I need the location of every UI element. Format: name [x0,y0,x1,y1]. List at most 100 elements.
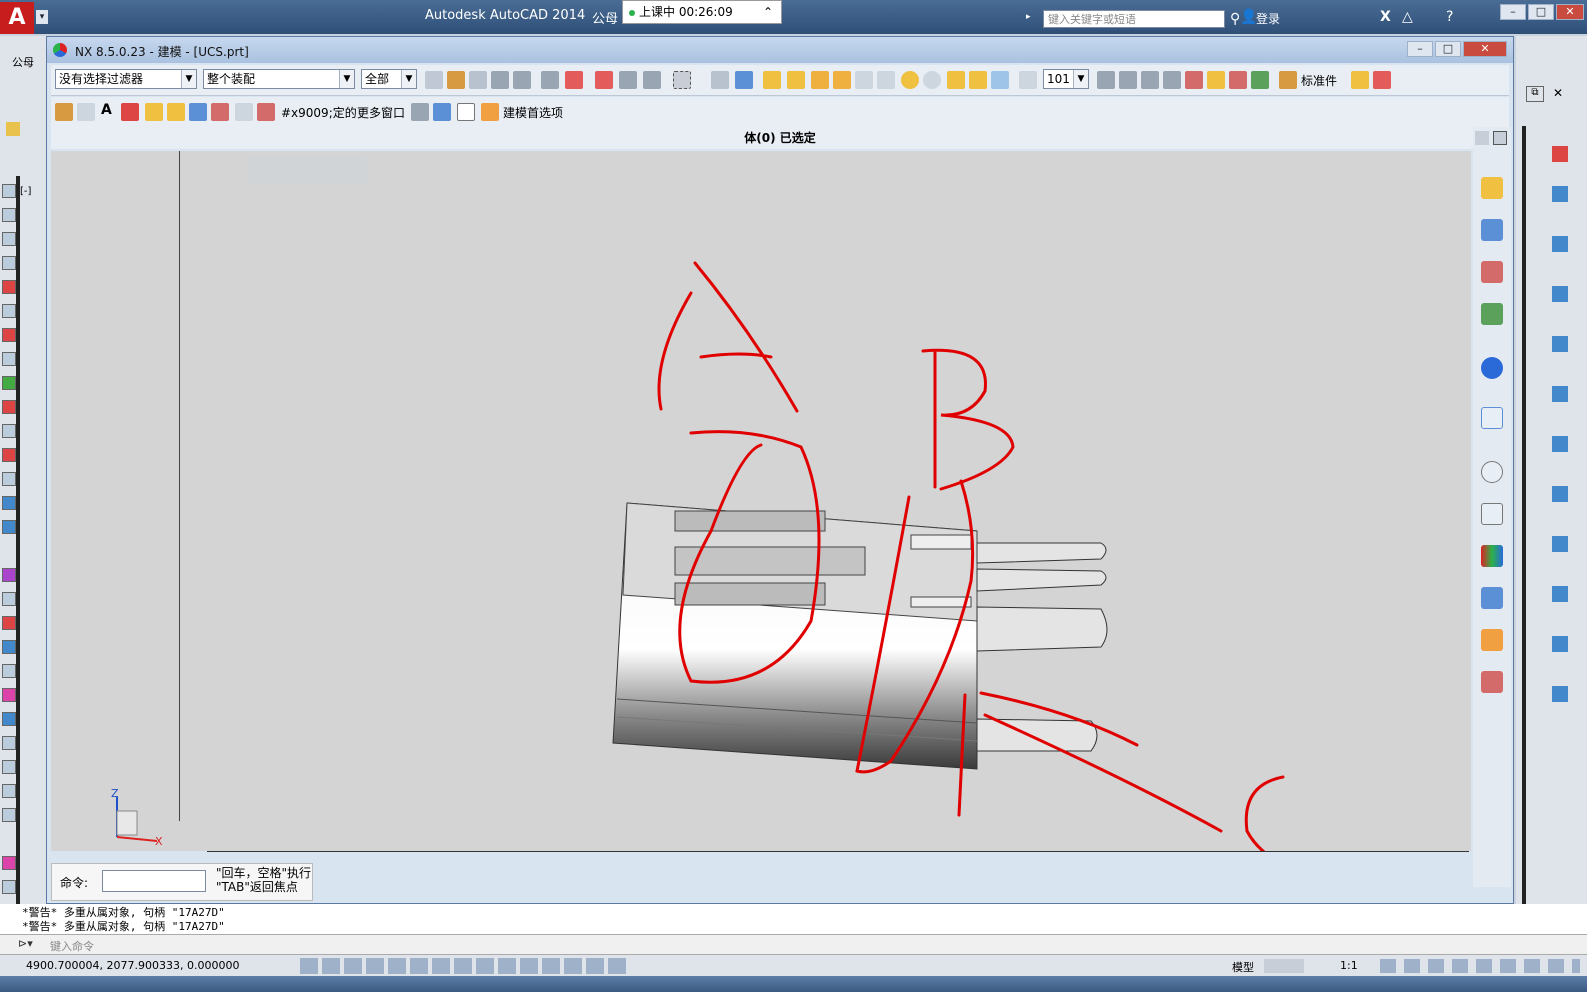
layer-settings-icon[interactable] [1019,71,1037,89]
check-icon[interactable] [1229,71,1247,89]
autocad-command-line[interactable]: ⊳▾ 键入命令 [0,934,1587,955]
fillet-tool-icon[interactable] [2,784,16,798]
graphics-viewport[interactable]: A B C Z X [51,151,1471,851]
roles-icon[interactable] [1481,629,1503,651]
text-icon[interactable]: A [101,102,112,118]
measure-angle-icon[interactable] [1185,71,1203,89]
chamfer-tool-icon[interactable] [2,808,16,822]
layer-icon[interactable] [1552,286,1568,302]
snap-intersection-icon[interactable] [877,71,895,89]
close-drawing-icon[interactable]: ✕ [1550,86,1566,102]
filter-icon[interactable] [1552,586,1568,602]
web-browser-icon[interactable] [1481,407,1503,429]
hatch-tool-icon[interactable] [2,304,16,318]
offset-tool-icon[interactable] [2,760,16,774]
info-icon[interactable] [1481,357,1503,379]
spline-tool-icon[interactable] [2,448,16,462]
note-icon[interactable] [121,103,139,121]
connector-model[interactable] [612,502,1108,770]
annotate-icon[interactable] [1552,486,1568,502]
info-window-icon[interactable] [457,103,475,121]
insert-tool-icon[interactable] [2,400,16,414]
text-tool-icon[interactable] [2,352,16,366]
assembly-icon[interactable] [189,103,207,121]
assembly-scope-dropdown[interactable]: 整个装配 ▼ [203,69,355,89]
mirror-tool-icon[interactable] [2,640,16,654]
circle-tool-icon[interactable] [2,256,16,270]
layout-view-icons[interactable] [1264,959,1304,973]
box-select-icon[interactable] [711,71,729,89]
constraint-navigator-icon[interactable] [1481,219,1503,241]
match-properties-icon[interactable] [1552,336,1568,352]
dimension-icon[interactable] [1552,186,1568,202]
help-icon[interactable]: ? [1446,9,1453,25]
nx-minimize-button[interactable]: – [1407,41,1433,57]
group-icon[interactable] [1552,436,1568,452]
more-windows-button[interactable]: 更多窗口 [357,104,405,121]
class-timer-badge[interactable]: 上课中 00:26:09 ⌃ [622,0,782,24]
arc-tool-icon[interactable] [2,232,16,246]
gradient-tool-icon[interactable] [2,520,16,534]
selection-filter-dropdown[interactable]: 没有选择过滤器 ▼ [55,69,197,89]
snap-center-icon[interactable] [595,71,613,89]
panel-maximize-icon[interactable] [1493,131,1507,145]
deselect-icon[interactable] [541,71,559,89]
command-input[interactable] [102,870,206,892]
snap-existing-icon[interactable] [947,71,965,89]
snap-control-icon[interactable] [833,71,851,89]
polyline-tool-icon[interactable] [2,208,16,222]
model-tab-button[interactable]: 模型 [1232,959,1254,975]
snap-quadrant-icon[interactable] [923,71,941,89]
sketch-icon[interactable] [55,103,73,121]
rectangle-select-icon[interactable] [673,71,691,89]
standard-parts-icon[interactable] [1279,71,1297,89]
extend-tool-icon[interactable] [2,736,16,750]
region-tool-icon[interactable] [2,328,16,342]
scale-tool-icon[interactable] [2,664,16,678]
viewport-control-label[interactable]: [-] [20,186,31,197]
snap-endpoint-icon[interactable] [763,71,781,89]
snap-line-icon[interactable] [811,71,829,89]
reuse-library-panel-icon[interactable] [1481,303,1503,325]
stretch-tool-icon[interactable] [2,688,16,702]
explode-tool-icon[interactable] [2,880,16,894]
tool-palette-icon[interactable] [1552,686,1568,702]
acad-close-button[interactable]: ✕ [1556,4,1584,20]
block-tool-icon[interactable] [2,376,16,390]
modeling-preferences-button[interactable]: 建模首选项 [503,104,563,121]
annotation-scale[interactable]: 1:1 [1340,959,1358,972]
measure-icon[interactable] [1552,386,1568,402]
select-edge-icon[interactable] [513,71,531,89]
snap-curve-icon[interactable] [855,71,873,89]
paint-icon[interactable] [433,103,451,121]
grid-icon[interactable] [425,71,443,89]
status-tray-icons[interactable] [1380,959,1580,973]
pmi-icon[interactable] [167,103,185,121]
orient-icon[interactable] [619,71,637,89]
nx-close-button[interactable]: ✕ [1463,41,1507,57]
system-scenes-icon[interactable] [1481,671,1503,693]
viewport-restore-icon[interactable]: ⧉ [1526,86,1544,102]
selected-label[interactable]: #x9009;定的 [281,104,357,121]
point-tool-icon[interactable] [2,424,16,438]
binoculars-icon[interactable]: ⚲ [1230,11,1240,27]
ellipse-tool-icon[interactable] [2,472,16,486]
panel-restore-icon[interactable] [1475,131,1489,145]
rotate-tool-icon[interactable] [2,616,16,630]
autocad-file-tab[interactable]: 公母 [12,54,34,70]
csys-icon[interactable] [235,103,253,121]
palette-panel-icon[interactable] [1481,545,1503,567]
palette-icon[interactable] [1552,636,1568,652]
standard-parts-button[interactable]: 标准件 [1301,72,1337,89]
lasso-icon[interactable] [643,71,661,89]
quick-access-dropdown-icon[interactable]: ▾ [36,10,48,24]
reuse-library-icon[interactable] [1251,71,1269,89]
autocad-search-input[interactable]: 键入关键字或短语 [1043,10,1225,28]
window-icon[interactable] [411,103,429,121]
rectangle-tool-icon[interactable] [2,280,16,294]
login-link[interactable]: 登录 [1256,10,1280,27]
layer-visible-icon[interactable] [1141,71,1159,89]
copy-to-layer-icon[interactable] [1119,71,1137,89]
drafting-toggles[interactable] [300,958,630,974]
trim-tool-icon[interactable] [2,712,16,726]
